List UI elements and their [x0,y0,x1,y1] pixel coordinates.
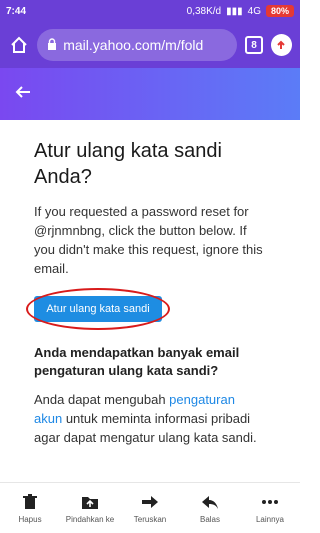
email-content: Atur ulang kata sandi Anda? If you reque… [18,120,282,482]
upload-icon[interactable] [270,34,292,56]
status-bar: 7:44 0,38K/d ▮▮▮ 4G 80% [0,0,300,22]
email-title: Atur ulang kata sandi Anda? [34,140,222,188]
more-label: Lainnya [255,514,285,524]
subheading: Anda mendapatkan banyak email pengaturan… [34,345,240,378]
network-type: 4G [247,5,261,17]
mail-header [0,68,300,120]
home-icon[interactable] [8,34,29,56]
email-body: If you requested a password reset for @r… [34,204,263,276]
reply-button[interactable]: Balas [180,483,240,533]
more-button[interactable]: Lainnya [240,483,300,533]
move-button[interactable]: Pindahkan ke [60,483,120,533]
info-prefix: Anda dapat mengubah [34,392,170,407]
forward-arrow-icon [142,495,158,508]
forward-button[interactable]: Teruskan [120,483,180,533]
delete-label: Hapus [18,514,42,524]
back-arrow-icon[interactable] [14,83,32,106]
delete-button[interactable]: Hapus [0,483,60,533]
signal-icon: ▮▮▮ [226,5,243,17]
address-bar[interactable]: mail.yahoo.com/m/fold [37,29,238,61]
forward-label: Teruskan [133,514,167,524]
url-text: mail.yahoo.com/m/fold [63,37,204,53]
trash-icon [23,493,37,509]
more-dots-icon [262,499,278,504]
network-speed: 0,38K/d [186,5,222,17]
battery-indicator: 80% [265,5,294,17]
reset-button-wrapper: Atur ulang kata sandi [26,288,174,330]
bottom-toolbar: Hapus Pindahkan ke Teruskan Balas Lainny… [0,482,300,533]
move-label: Pindahkan ke [65,514,115,524]
status-time: 7:44 [6,5,27,17]
reply-arrow-icon [202,495,218,509]
lock-icon [47,37,57,53]
tab-count-button[interactable]: 8 [245,36,263,54]
status-indicators: 0,38K/d ▮▮▮ 4G 80% [187,5,294,17]
reply-label: Balas [199,514,220,524]
browser-toolbar: mail.yahoo.com/m/fold 8 [0,22,300,68]
info-paragraph: Anda dapat mengubah pengaturan akun untu… [34,390,266,447]
reset-password-button[interactable]: Atur ulang kata sandi [34,296,162,322]
info-suffix: untuk meminta informasi pribadi agar dap… [34,411,257,445]
move-folder-icon [82,496,98,509]
